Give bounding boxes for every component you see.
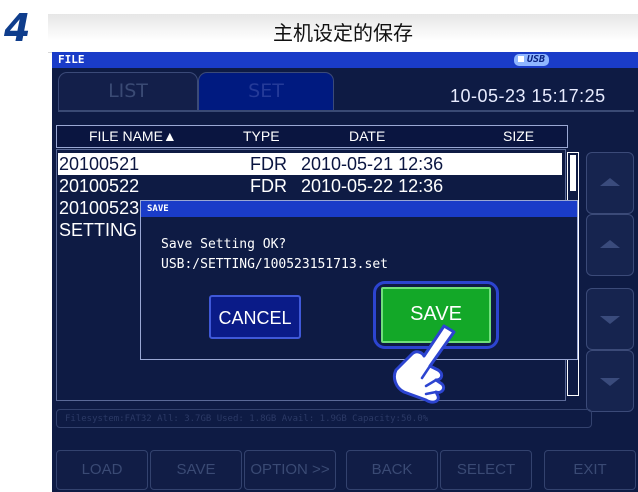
column-date[interactable]: DATE	[349, 126, 385, 146]
dialog-title: SAVE	[141, 201, 577, 217]
tab-set[interactable]: SET	[198, 72, 334, 111]
page-down-button[interactable]	[586, 288, 634, 350]
pointing-hand-icon	[392, 324, 456, 404]
option-button[interactable]: OPTION >>	[244, 450, 336, 490]
table-row[interactable]: 20100521 FDR 2010-05-21 12:36	[58, 153, 562, 175]
page-up-button[interactable]	[586, 214, 634, 276]
usb-label: USB	[527, 54, 546, 65]
cancel-button[interactable]: CANCEL	[209, 295, 301, 339]
column-type[interactable]: TYPE	[243, 126, 280, 146]
save-footer-button[interactable]: SAVE	[150, 450, 242, 490]
dialog-message: Save Setting OK?	[161, 237, 287, 252]
window-title-bar: FILE USB	[52, 52, 638, 68]
page-caption: 主机设定的保存	[48, 14, 638, 53]
table-row[interactable]: 20100522 FDR 2010-05-22 12:36	[58, 175, 562, 197]
usb-indicator: USB	[514, 54, 550, 66]
scrollbar-thumb[interactable]	[570, 155, 576, 191]
file-name: 20100521	[59, 154, 140, 174]
usb-icon	[518, 56, 524, 62]
scroll-down-button[interactable]	[586, 350, 634, 412]
table-header: FILE NAME▲ TYPE DATE SIZE	[56, 125, 568, 148]
file-type: FDR	[250, 176, 287, 196]
window-title: FILE	[58, 53, 85, 66]
triangle-up-icon	[600, 240, 620, 248]
column-name[interactable]: FILE NAME▲	[89, 126, 177, 146]
file-type: FDR	[250, 154, 287, 174]
clock: 10-05-23 15:17:25	[450, 86, 606, 106]
file-name: SETTING	[59, 220, 138, 240]
back-button[interactable]: BACK	[346, 450, 438, 490]
dialog-file-path: USB:/SETTING/100523151713.set	[161, 257, 388, 272]
file-date: 2010-05-22 12:36	[301, 176, 444, 196]
instrument-screen: FILE USB LIST SET 10-05-23 15:17:25 FILE…	[52, 52, 638, 492]
scroll-up-button[interactable]	[586, 152, 634, 214]
triangle-down-icon	[600, 316, 620, 324]
divider	[58, 110, 634, 112]
exit-button[interactable]: EXIT	[544, 450, 636, 490]
file-date: 2010-05-21 12:36	[301, 154, 444, 174]
step-number: 4	[4, 6, 31, 50]
file-name: 20100523	[59, 198, 140, 218]
triangle-up-icon	[600, 178, 620, 186]
select-button[interactable]: SELECT	[440, 450, 532, 490]
tab-list[interactable]: LIST	[58, 72, 198, 111]
save-dialog: SAVE Save Setting OK? USB:/SETTING/10052…	[140, 200, 578, 360]
column-size[interactable]: SIZE	[503, 126, 534, 146]
file-name: 20100522	[59, 176, 140, 196]
triangle-down-icon	[600, 378, 620, 386]
filesystem-status: Filesystem:FAT32 All: 3.7GB Used: 1.8GB …	[56, 409, 592, 428]
load-button[interactable]: LOAD	[56, 450, 148, 490]
